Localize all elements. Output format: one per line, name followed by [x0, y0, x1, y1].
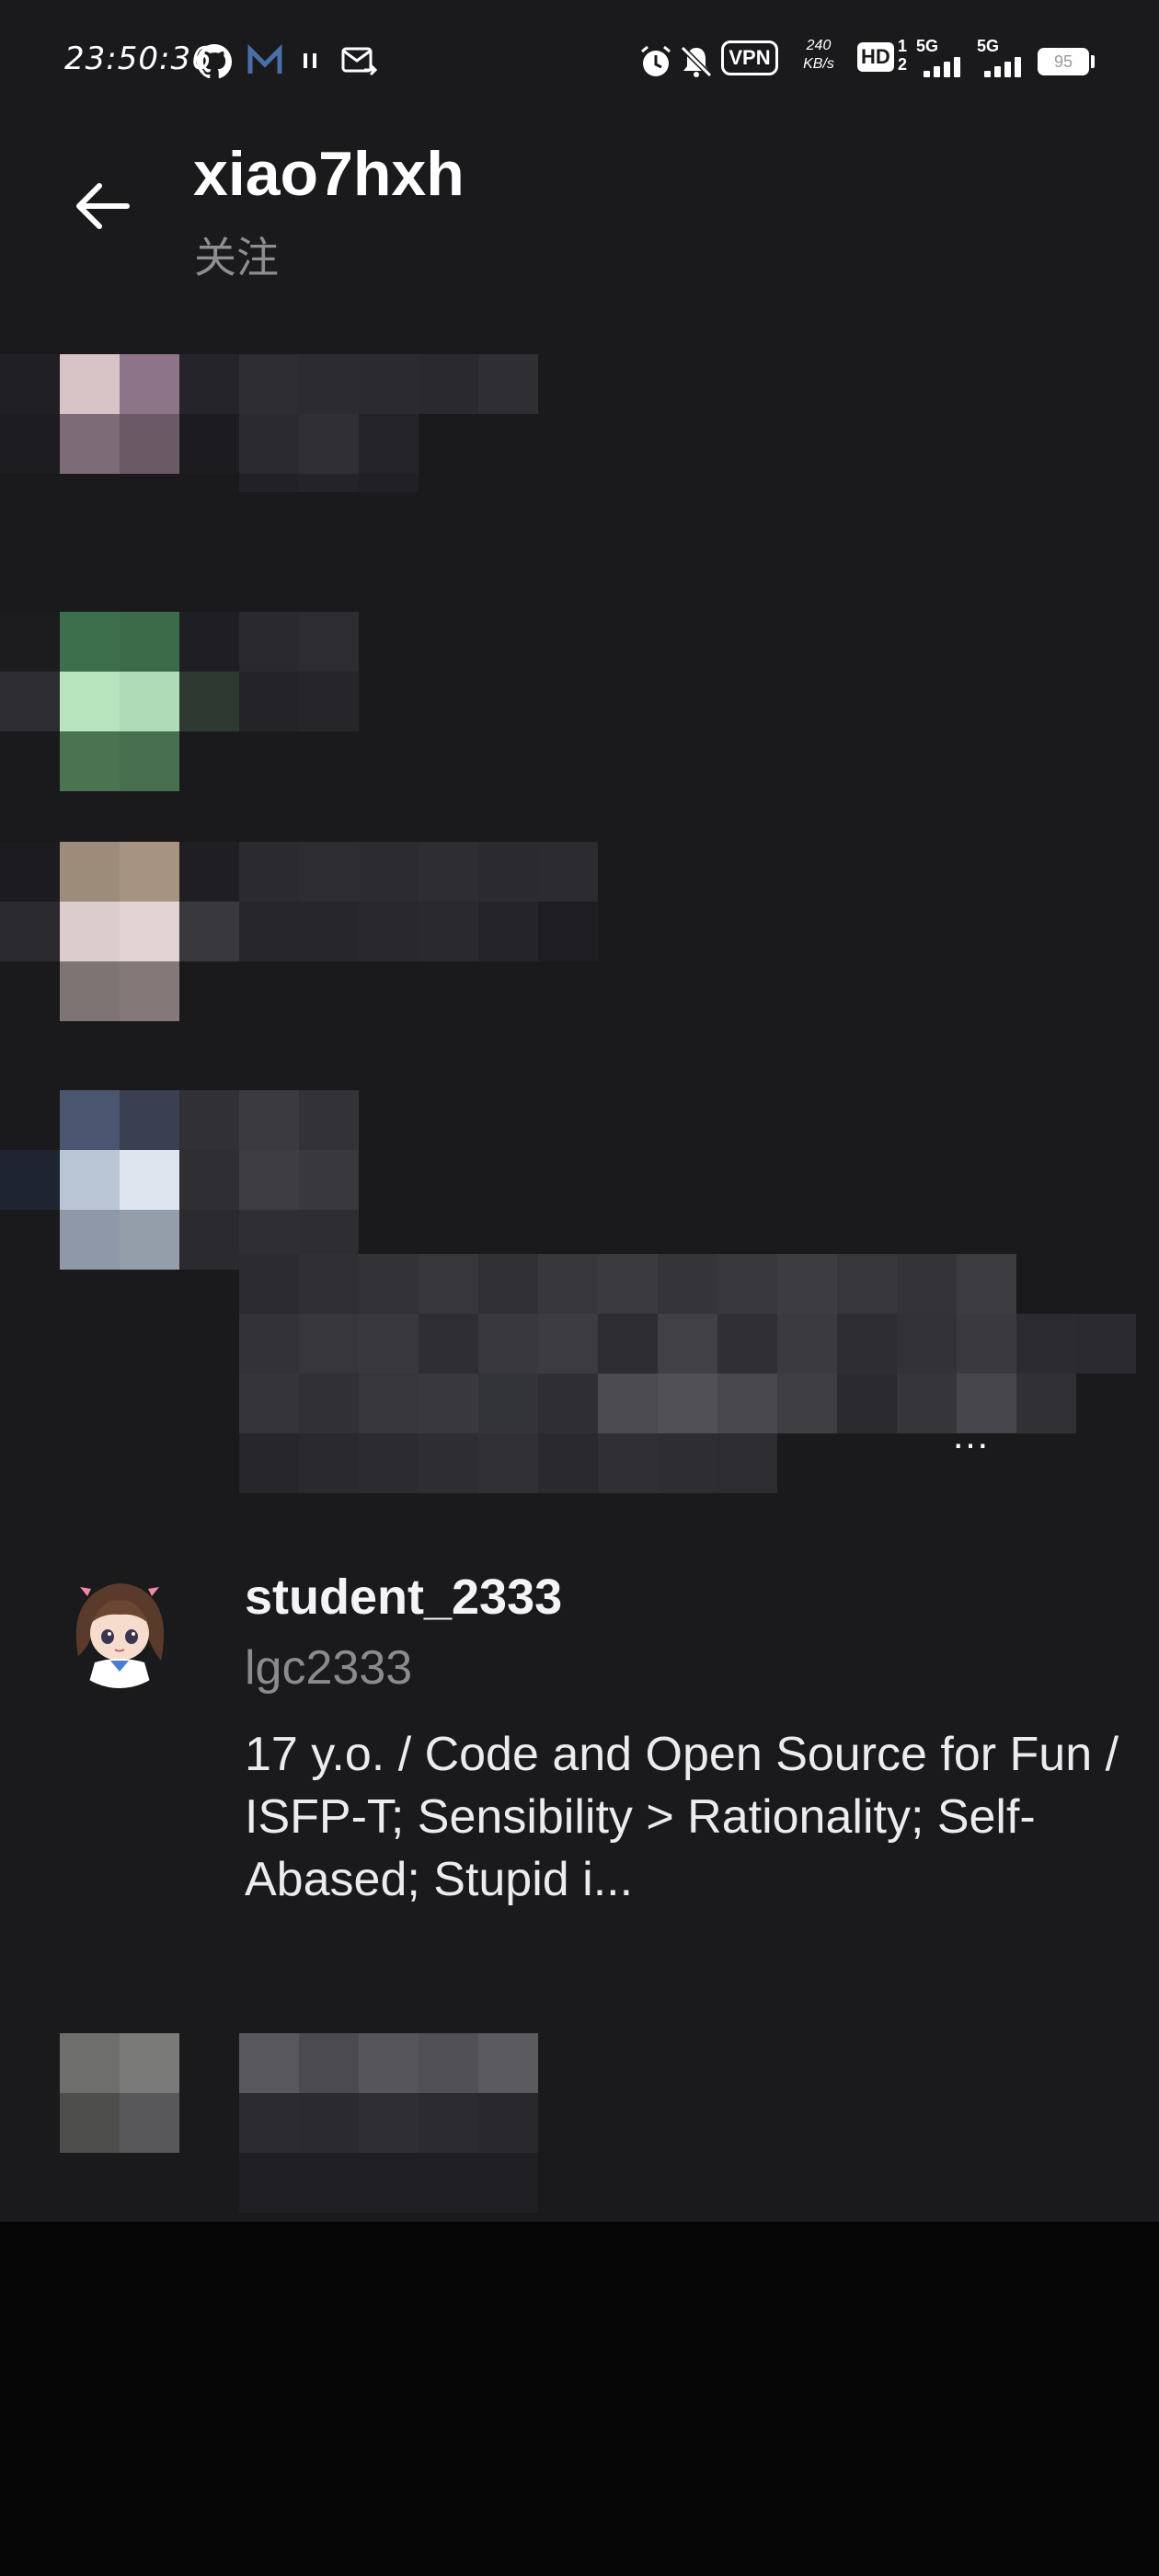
redacted-bio-block — [239, 1254, 1136, 1493]
battery-tip — [1091, 55, 1095, 68]
network-type-2: 5G — [977, 37, 1000, 55]
network-speed-value: 240 — [806, 38, 832, 53]
pause-icon — [300, 44, 322, 84]
user-handle: lgc2333 — [245, 1641, 413, 1695]
page-subtitle: 关注 — [194, 234, 279, 282]
mail-app-icon — [247, 43, 283, 84]
battery-indicator: 95 — [1038, 48, 1089, 75]
back-button[interactable] — [66, 169, 140, 243]
list-item-redacted-5[interactable] — [0, 2033, 1159, 2222]
hd-voice-indicator: HD 1 2 — [857, 37, 907, 74]
redacted-block — [239, 474, 419, 492]
github-icon — [197, 44, 232, 86]
list-item-redacted-1[interactable] — [0, 345, 1159, 529]
network-speed-unit: KB/s — [803, 56, 834, 72]
alarm-icon — [638, 44, 673, 86]
status-bar: 23:50:36 VPN 240 KB/s HD 1 2 5G 5G 95 — [0, 0, 1159, 120]
redacted-block — [0, 842, 598, 1021]
redacted-block — [60, 2033, 179, 2153]
signal-sim2-icon: 5G — [977, 37, 1032, 77]
redacted-block — [0, 612, 359, 791]
bottom-blank-area — [0, 2222, 1159, 2576]
hd-sim2: 2 — [898, 55, 908, 74]
status-time: 23:50:36 — [64, 40, 212, 77]
arrow-left-icon — [76, 183, 130, 229]
user-display-name[interactable]: student_2333 — [245, 1569, 562, 1626]
network-speed: 240 KB/s — [797, 37, 841, 74]
hd-sim1: 1 — [898, 37, 908, 55]
page-title: xiao7hxh — [193, 139, 465, 209]
network-type-1: 5G — [916, 37, 939, 55]
following-list-screen: 23:50:36 VPN 240 KB/s HD 1 2 5G 5G 95 xi… — [0, 0, 1159, 2222]
signal-sim1-icon: 5G — [916, 37, 971, 77]
bio-more-link[interactable]: … — [951, 1413, 990, 1457]
mail-forward-icon — [340, 44, 378, 84]
list-item-user[interactable]: student_2333 lgc2333 17 y.o. / Code and … — [0, 1569, 1159, 1918]
avatar — [60, 1569, 179, 1688]
hd-label: HD — [857, 42, 894, 72]
redacted-block — [239, 2033, 538, 2213]
bell-muted-icon — [679, 44, 714, 86]
redacted-block — [0, 1090, 359, 1270]
list-item-redacted-3[interactable] — [0, 842, 1159, 1026]
user-bio: 17 y.o. / Code and Open Source for Fun /… — [245, 1728, 1119, 1906]
list-item-redacted-2[interactable] — [0, 607, 1159, 791]
redacted-block — [0, 354, 538, 474]
vpn-indicator: VPN — [721, 40, 778, 75]
